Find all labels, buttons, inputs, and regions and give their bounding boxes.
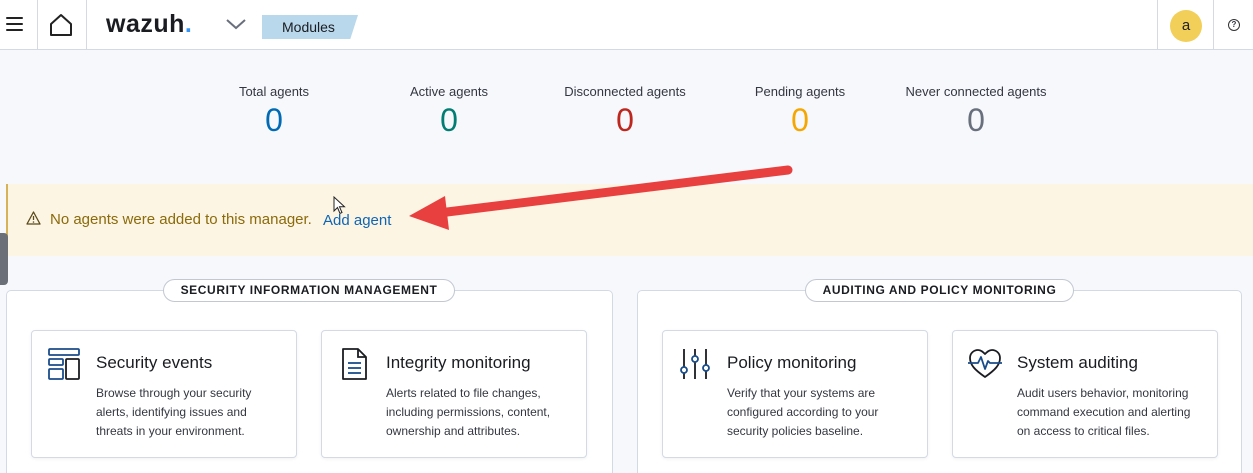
section-title: AUDITING AND POLICY MONITORING (805, 279, 1074, 302)
callout-message: No agents were added to this manager. (50, 211, 312, 228)
stat-label: Never connected agents (905, 84, 1047, 99)
stat-disconnected-agents[interactable]: Disconnected agents 0 (540, 84, 710, 140)
system-auditing-card[interactable]: System auditing Audit users behavior, mo… (952, 330, 1218, 458)
card-title: Policy monitoring (727, 353, 857, 372)
stat-value[interactable]: 0 (364, 100, 534, 140)
header-divider (86, 0, 87, 50)
card-title: Security events (96, 353, 213, 372)
mouse-cursor-icon (333, 196, 346, 215)
menu-icon[interactable] (6, 17, 23, 31)
card-title: Integrity monitoring (386, 353, 531, 372)
header-divider (37, 0, 38, 50)
stat-label: Total agents (238, 84, 310, 99)
home-icon[interactable] (48, 12, 74, 38)
card-title: System auditing (1017, 353, 1138, 372)
security-events-icon (48, 348, 80, 380)
heartbeat-icon (968, 349, 1002, 378)
annotation-arrow (409, 165, 793, 230)
header-divider (1157, 0, 1158, 50)
card-description: Browse through your security alerts, ide… (96, 386, 252, 438)
stat-label: Active agents (409, 84, 489, 99)
card-description: Alerts related to file changes, includin… (386, 386, 551, 438)
card-description: Verify that your systems are configured … (727, 386, 879, 438)
stat-active-agents[interactable]: Active agents 0 (364, 84, 534, 140)
stat-never-connected-agents[interactable]: Never connected agents 0 (891, 84, 1061, 140)
stat-pending-agents[interactable]: Pending agents 0 (715, 84, 885, 140)
document-icon (342, 348, 367, 380)
stat-value[interactable]: 0 (540, 100, 710, 140)
stat-label: Pending agents (754, 84, 846, 99)
breadcrumb-modules[interactable]: Modules (262, 15, 358, 39)
stat-total-agents[interactable]: Total agents 0 (189, 84, 359, 140)
integrity-monitoring-card[interactable]: Integrity monitoring Alerts related to f… (321, 330, 587, 458)
stat-value[interactable]: 0 (715, 100, 885, 140)
side-resize-handle[interactable] (0, 233, 8, 285)
wazuh-logo[interactable]: wazuh. (106, 10, 192, 39)
sliders-icon (680, 349, 710, 379)
warning-icon (26, 211, 41, 225)
stat-label: Disconnected agents (564, 84, 686, 99)
help-icon[interactable]: ? (1228, 19, 1240, 31)
card-description: Audit users behavior, monitoring command… (1017, 386, 1191, 438)
security-events-card[interactable]: Security events Browse through your secu… (31, 330, 297, 458)
policy-monitoring-card[interactable]: Policy monitoring Verify that your syste… (662, 330, 928, 458)
stat-value[interactable]: 0 (189, 100, 359, 140)
avatar[interactable]: a (1170, 10, 1202, 42)
section-title: SECURITY INFORMATION MANAGEMENT (163, 279, 455, 302)
chevron-down-icon[interactable] (225, 16, 247, 32)
stat-value[interactable]: 0 (891, 100, 1061, 140)
top-header: wazuh. Modules a ? (0, 0, 1253, 50)
header-divider (1213, 0, 1214, 50)
